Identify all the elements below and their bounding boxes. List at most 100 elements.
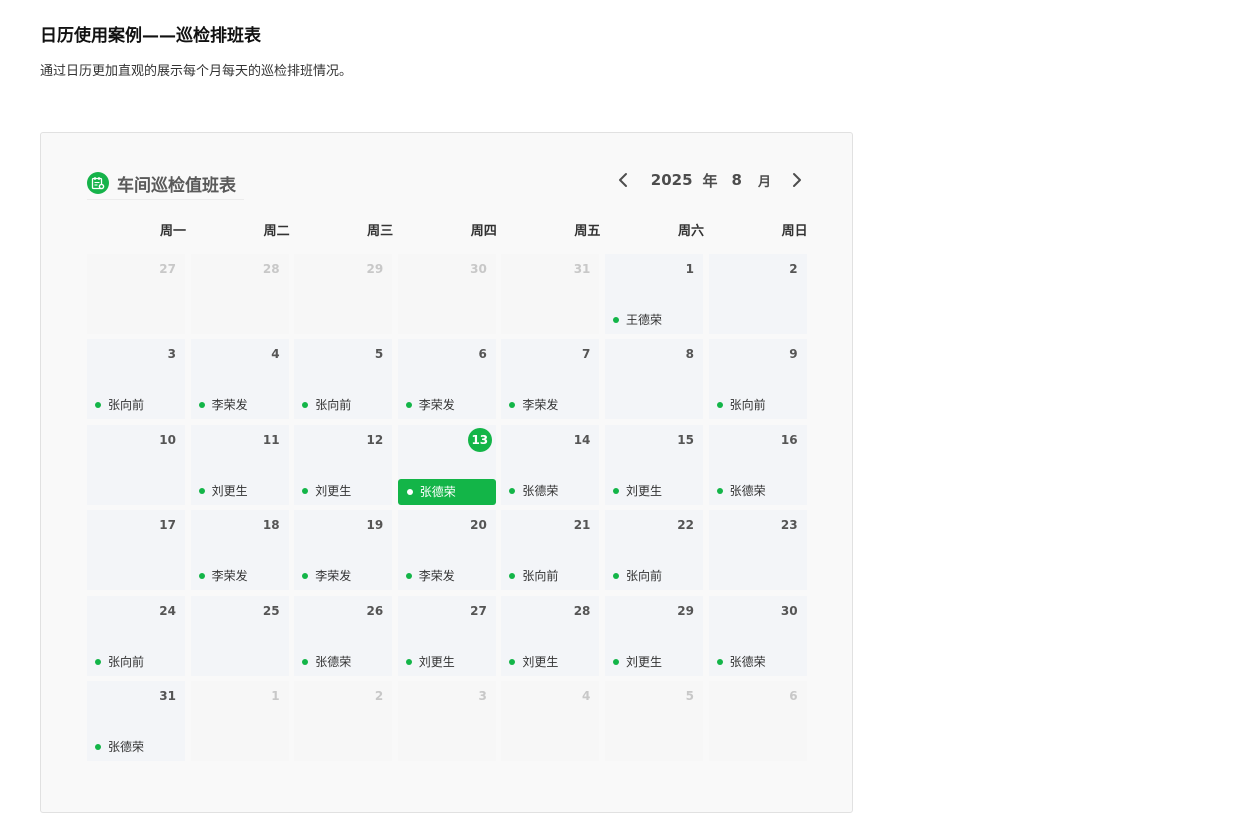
calendar-day-cell[interactable]: 27 刘更生 — [397, 595, 496, 676]
day-number: 21 — [573, 518, 591, 533]
calendar-day-cell[interactable]: 1 王德荣 — [605, 254, 703, 334]
event-dot-icon — [405, 402, 412, 409]
day-number: 23 — [780, 518, 798, 533]
duty-person-name: 刘更生 — [211, 483, 248, 498]
duty-event[interactable]: 李荣发 — [198, 568, 248, 584]
calendar-day-cell-other-month[interactable]: 30 — [397, 254, 496, 334]
calendar-day-cell[interactable]: 7 李荣发 — [501, 339, 600, 420]
day-number: 5 — [374, 347, 384, 362]
calendar-day-cell[interactable]: 8 — [605, 339, 703, 420]
duty-event[interactable]: 张向前 — [716, 397, 766, 413]
duty-event[interactable]: 刘更生 — [405, 654, 455, 670]
day-number: 26 — [366, 603, 384, 618]
duty-event[interactable]: 刘更生 — [509, 654, 558, 670]
day-number: 19 — [366, 518, 384, 533]
duty-event[interactable]: 张向前 — [95, 654, 144, 670]
event-dot-icon — [302, 658, 309, 665]
calendar-day-cell[interactable]: 17 — [87, 510, 185, 591]
calendar-day-cell[interactable]: 31 张德荣 — [87, 681, 185, 761]
calendar-day-cell-other-month[interactable]: 1 — [190, 681, 289, 761]
duty-event[interactable]: 张德荣 — [509, 483, 558, 499]
duty-event[interactable]: 李荣发 — [302, 568, 351, 584]
calendar-header: 车间巡检值班表 2025 年 8 月 — [87, 167, 807, 200]
calendar-day-cell[interactable]: 24 张向前 — [87, 595, 185, 676]
day-number: 1 — [271, 689, 280, 703]
duty-event[interactable]: 张德荣 — [716, 654, 766, 670]
calendar-day-cell-other-month[interactable]: 29 — [294, 254, 393, 334]
duty-person-name: 李荣发 — [418, 398, 455, 413]
duty-person-name: 张向前 — [522, 569, 559, 584]
calendar-day-cell-other-month[interactable]: 4 — [501, 681, 600, 761]
calendar-day-cell[interactable]: 21 张向前 — [501, 510, 600, 591]
calendar-day-cell[interactable]: 9 张向前 — [708, 339, 807, 420]
duty-event[interactable]: 李荣发 — [405, 568, 455, 584]
calendar-day-cell-other-month[interactable]: 5 — [605, 681, 703, 761]
month-value[interactable]: 8 — [732, 171, 742, 189]
duty-event[interactable]: 张向前 — [302, 397, 351, 413]
duty-event[interactable]: 张德荣 — [95, 739, 144, 755]
duty-event[interactable]: 李荣发 — [198, 397, 248, 413]
day-number: 5 — [685, 689, 694, 703]
weekday-label: 周四 — [470, 224, 497, 239]
calendar-day-cell[interactable]: 20 李荣发 — [397, 510, 496, 591]
calendar-day-cell[interactable]: 15 刘更生 — [605, 424, 703, 505]
calendar-day-cell[interactable]: 22 张向前 — [605, 510, 703, 591]
calendar-day-cell-other-month[interactable]: 28 — [190, 254, 289, 334]
calendar-day-cell-other-month[interactable]: 31 — [501, 254, 600, 334]
next-month-button[interactable] — [787, 170, 807, 190]
calendar-day-cell[interactable]: 26 张德荣 — [294, 595, 393, 676]
duty-person-name: 张德荣 — [522, 483, 559, 498]
calendar-day-cell[interactable]: 6 李荣发 — [397, 339, 496, 420]
year-value[interactable]: 2025 — [651, 171, 693, 189]
duty-event[interactable]: 王德荣 — [613, 312, 662, 328]
day-number: 18 — [262, 518, 280, 533]
calendar-day-cell[interactable]: 11 刘更生 — [190, 424, 289, 505]
calendar-day-cell[interactable]: 19 李荣发 — [294, 510, 393, 591]
calendar-day-cell[interactable]: 14 张德荣 — [501, 424, 600, 505]
calendar-day-cell[interactable]: 12 刘更生 — [294, 424, 393, 505]
day-number: 16 — [780, 432, 798, 447]
calendar-day-cell[interactable]: 13 张德荣 — [397, 424, 496, 505]
duty-event[interactable]: 刘更生 — [198, 483, 248, 499]
weekday-header-row: 周一 周二 周三 周四 周五 周六 周日 — [87, 222, 808, 242]
duty-person-name: 李荣发 — [211, 569, 248, 584]
duty-event[interactable]: 刘更生 — [613, 483, 662, 499]
calendar-day-cell-other-month[interactable]: 2 — [294, 681, 393, 761]
duty-event[interactable]: 张向前 — [95, 397, 144, 413]
event-dot-icon — [405, 573, 412, 580]
calendar-day-cell[interactable]: 4 李荣发 — [190, 339, 289, 420]
day-number: 29 — [366, 262, 384, 276]
calendar-day-cell[interactable]: 30 张德荣 — [708, 595, 807, 676]
day-number: 4 — [271, 347, 280, 362]
calendar-day-cell-other-month[interactable]: 6 — [708, 681, 807, 761]
calendar-day-cell[interactable]: 3 张向前 — [87, 339, 185, 420]
duty-event[interactable]: 李荣发 — [405, 397, 455, 413]
prev-month-button[interactable] — [613, 170, 633, 190]
duty-event[interactable]: 张向前 — [509, 568, 558, 584]
duty-event[interactable]: 张向前 — [613, 568, 662, 584]
duty-person-name: 李荣发 — [418, 569, 455, 584]
calendar-day-cell[interactable]: 28 刘更生 — [501, 595, 600, 676]
calendar-day-cell-other-month[interactable]: 3 — [397, 681, 496, 761]
calendar-day-cell[interactable]: 5 张向前 — [294, 339, 393, 420]
calendar-day-cell[interactable]: 16 张德荣 — [708, 424, 807, 505]
calendar-day-cell-other-month[interactable]: 27 — [87, 254, 185, 334]
day-number: 25 — [262, 603, 280, 618]
calendar-day-cell[interactable]: 2 — [708, 254, 807, 334]
event-dot-icon — [198, 402, 205, 409]
calendar-day-cell[interactable]: 25 — [190, 595, 289, 676]
duty-event[interactable]: 刘更生 — [613, 654, 662, 670]
duty-person-name: 刘更生 — [522, 654, 559, 669]
calendar-day-cell[interactable]: 23 — [708, 510, 807, 591]
selected-duty-event[interactable]: 张德荣 — [397, 478, 496, 505]
calendar-day-cell[interactable]: 18 李荣发 — [190, 510, 289, 591]
duty-event[interactable]: 刘更生 — [302, 483, 351, 499]
duty-event[interactable]: 张德荣 — [716, 483, 766, 499]
calendar-day-cell[interactable]: 29 刘更生 — [605, 595, 703, 676]
event-dot-icon — [509, 487, 516, 494]
weekday-label: 周二 — [263, 224, 290, 239]
duty-event[interactable]: 张德荣 — [302, 654, 351, 670]
duty-event[interactable]: 李荣发 — [509, 397, 558, 413]
calendar-day-cell[interactable]: 10 — [87, 424, 185, 505]
duty-person-name: 张德荣 — [419, 484, 456, 499]
